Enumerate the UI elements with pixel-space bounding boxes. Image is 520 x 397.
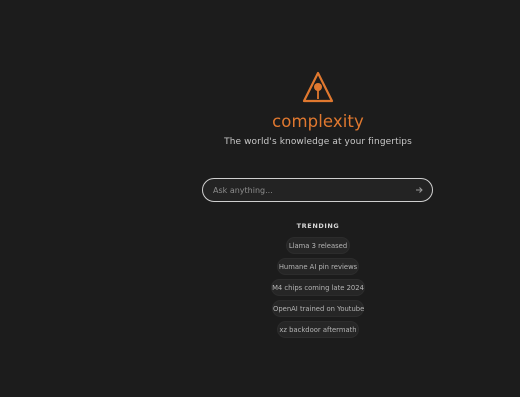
trending-chip[interactable]: Humane AI pin reviews bbox=[277, 258, 359, 275]
search-box[interactable] bbox=[202, 178, 433, 202]
arrow-right-icon[interactable] bbox=[413, 184, 425, 196]
logo-icon bbox=[302, 71, 334, 103]
home-page: complexity The world's knowledge at your… bbox=[0, 0, 520, 397]
trending-heading: TRENDING bbox=[296, 222, 340, 230]
tagline: The world's knowledge at your fingertips bbox=[224, 137, 412, 147]
trending-chip[interactable]: M4 chips coming late 2024 bbox=[271, 279, 365, 296]
app-title: complexity bbox=[272, 112, 364, 131]
trending-chip[interactable]: xz backdoor aftermath bbox=[277, 321, 359, 338]
trending-chip[interactable]: Llama 3 released bbox=[286, 237, 350, 254]
search-input[interactable] bbox=[213, 179, 403, 201]
trending-chip[interactable]: OpenAI trained on Youtube bbox=[272, 300, 364, 317]
